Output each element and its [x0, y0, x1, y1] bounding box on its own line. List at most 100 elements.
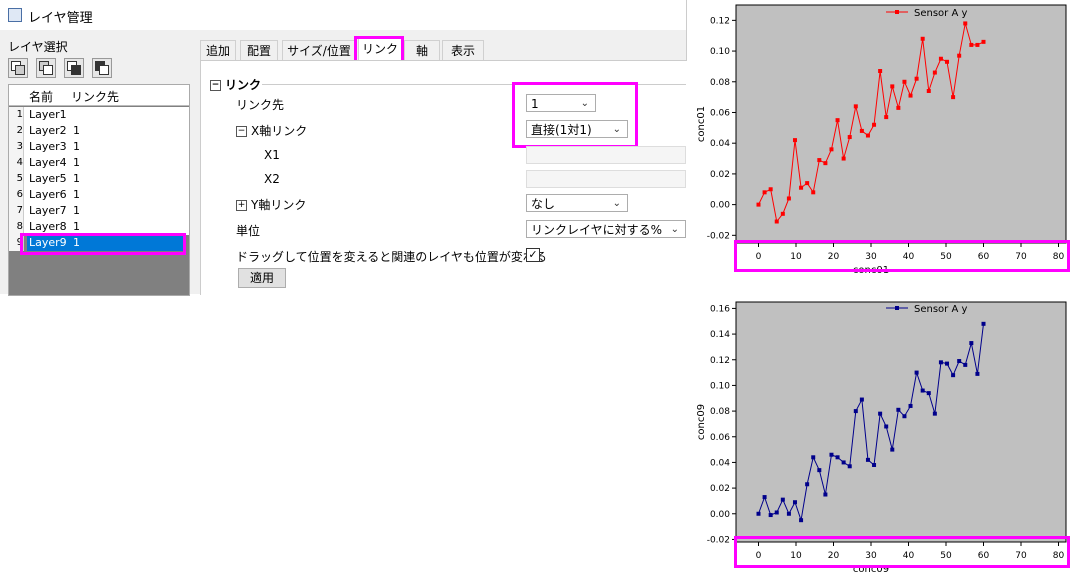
table-row[interactable]: 7 Layer7 1	[9, 203, 189, 220]
data-point	[811, 190, 816, 195]
chevron-down-icon: ⌄	[612, 198, 621, 209]
data-point	[841, 156, 846, 161]
row-number: 7	[9, 203, 24, 219]
data-point	[945, 361, 950, 366]
data-point	[805, 181, 810, 186]
table-row[interactable]: 3 Layer3 1	[9, 139, 189, 156]
header-link[interactable]: リンク先	[71, 88, 119, 105]
y-tick-label: 0.06	[710, 108, 730, 118]
expand-icon[interactable]: +	[236, 200, 247, 211]
x-link-row[interactable]: − X軸リンク	[236, 122, 307, 139]
layer-back-icon[interactable]	[36, 58, 56, 78]
layer-raise-icon[interactable]	[64, 58, 84, 78]
data-point	[799, 185, 804, 190]
data-point	[878, 69, 883, 74]
data-point	[805, 482, 810, 487]
data-point	[902, 79, 907, 84]
drag-checkbox[interactable]: ✓	[526, 248, 540, 262]
data-point	[981, 39, 986, 44]
table-row[interactable]: 4 Layer4 1	[9, 155, 189, 172]
x2-label: X2	[264, 172, 280, 186]
row-number: 4	[9, 155, 24, 171]
data-point	[835, 118, 840, 123]
y-axis-title: conc09	[696, 404, 707, 440]
layer-name: Layer1	[29, 108, 67, 121]
layer-select-label: レイヤ選択	[8, 40, 68, 54]
y-link-row[interactable]: + Y軸リンク	[236, 196, 306, 213]
data-point	[908, 403, 913, 408]
layer-table[interactable]: 名前 リンク先 1 Layer1 2 Layer2 1 3 Layer3 1 4 Layer…	[8, 84, 190, 296]
collapse-icon[interactable]: −	[210, 80, 221, 91]
data-point	[969, 341, 974, 346]
data-point	[762, 495, 767, 500]
data-point	[920, 36, 925, 41]
tab-add[interactable]: 追加	[200, 40, 236, 61]
data-point	[768, 513, 773, 518]
row-number: 6	[9, 187, 24, 203]
y-tick-label: 0.08	[710, 78, 730, 88]
y-axis-title: conc01	[696, 106, 707, 142]
data-point	[902, 414, 907, 419]
data-point	[756, 511, 761, 516]
table-row[interactable]: 5 Layer5 1	[9, 171, 189, 188]
collapse-icon[interactable]: −	[236, 126, 247, 137]
data-point	[938, 56, 943, 61]
apply-button[interactable]: 適用	[238, 268, 286, 288]
data-point	[884, 424, 889, 429]
row-number: 2	[9, 123, 24, 139]
y-tick-label: 0.10	[710, 381, 730, 391]
data-point	[951, 95, 956, 100]
tab-arrange[interactable]: 配置	[240, 40, 278, 61]
chevron-down-icon: ⌄	[670, 224, 679, 235]
data-point	[872, 462, 877, 467]
data-point	[799, 518, 804, 523]
data-point	[963, 21, 968, 26]
data-point	[792, 500, 797, 505]
data-point	[859, 397, 864, 402]
layer-lower-icon[interactable]	[92, 58, 112, 78]
data-point	[792, 138, 797, 143]
data-point	[914, 76, 919, 81]
layer-name: Layer6	[29, 188, 67, 201]
tab-size-position[interactable]: サイズ/位置	[282, 40, 356, 61]
data-point	[908, 93, 913, 98]
header-name[interactable]: 名前	[29, 88, 53, 105]
x1-field[interactable]	[526, 146, 686, 164]
legend-marker	[895, 306, 899, 310]
data-point	[932, 70, 937, 75]
table-row[interactable]: 6 Layer6 1	[9, 187, 189, 204]
y-tick-label: 0.16	[710, 304, 730, 314]
x2-field[interactable]	[526, 170, 686, 188]
y-link-dropdown[interactable]: なし ⌄	[526, 194, 628, 212]
tab-display[interactable]: 表示	[442, 40, 484, 61]
link-group-header[interactable]: − リンク	[210, 76, 261, 93]
highlight-x-axis-bottom	[734, 536, 1070, 568]
table-row[interactable]: 2 Layer2 1	[9, 123, 189, 140]
layer-front-icon[interactable]	[8, 58, 28, 78]
y-link-label: Y軸リンク	[251, 198, 307, 212]
table-row[interactable]: 1 Layer1	[9, 107, 189, 124]
row-number: 5	[9, 171, 24, 187]
data-point	[945, 59, 950, 64]
data-point	[823, 492, 828, 497]
layer-link: 1	[73, 172, 80, 185]
link-group-label: リンク	[225, 78, 262, 92]
data-point	[811, 455, 816, 460]
data-point	[890, 447, 895, 452]
layer-manager-dialog: レイヤ管理 レイヤ選択 名前 リンク先 1 Layer1 2 Layer2 1 3 La…	[0, 0, 687, 296]
y-tick-label: 0.10	[710, 47, 730, 57]
data-point	[975, 42, 980, 47]
legend-label: Sensor A y	[914, 304, 967, 315]
data-point	[829, 452, 834, 457]
legend-marker	[895, 10, 899, 14]
data-point	[890, 84, 895, 89]
data-point	[896, 105, 901, 110]
drag-label: ドラッグして位置を変えると関連のレイヤも位置が変わる	[236, 250, 547, 264]
data-point	[847, 464, 852, 469]
data-point	[981, 321, 986, 326]
layer-name: Layer4	[29, 156, 67, 169]
data-point	[884, 115, 889, 120]
y-tick-label: 0.02	[710, 484, 730, 494]
tab-axis[interactable]: 軸	[404, 40, 440, 61]
unit-dropdown[interactable]: リンクレイヤに対する% ⌄	[526, 220, 686, 238]
